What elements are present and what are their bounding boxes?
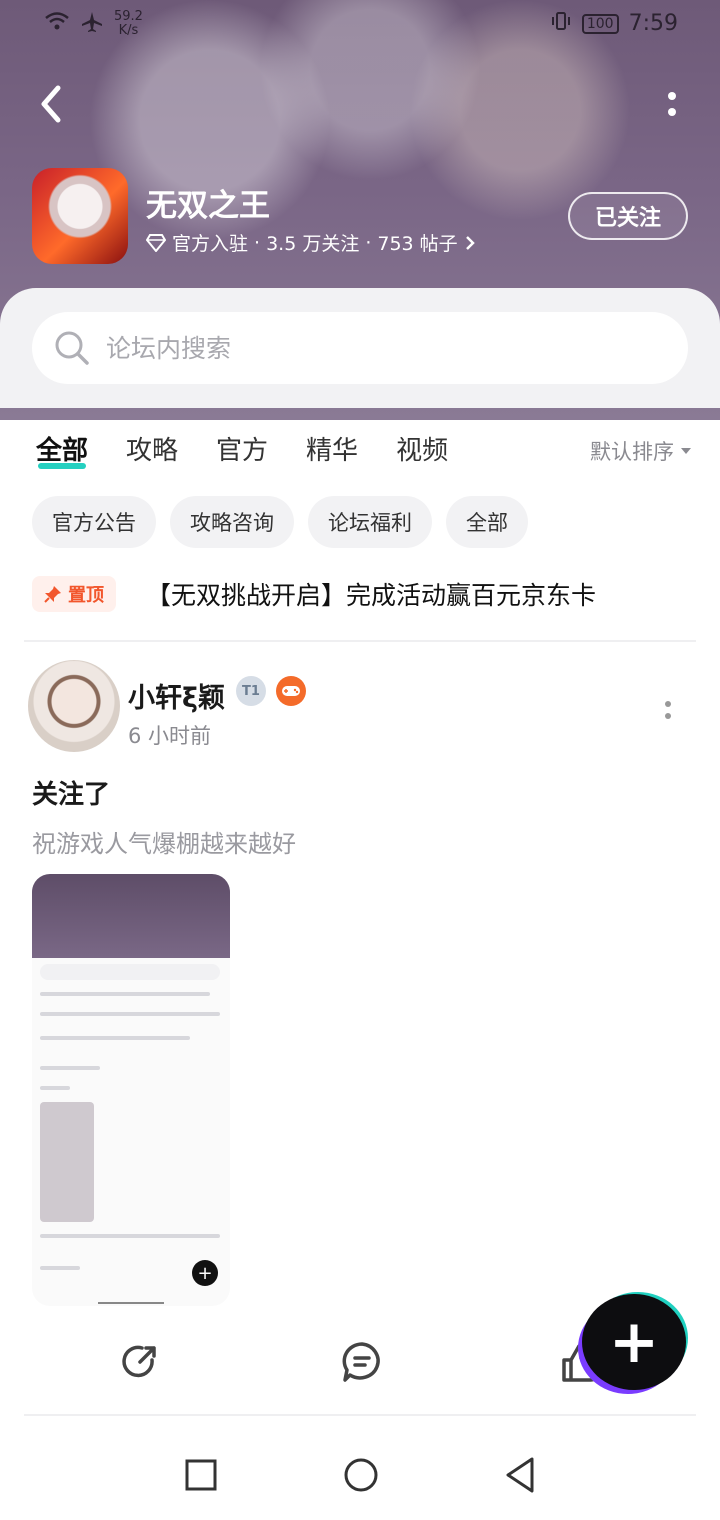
post-more-button[interactable] <box>664 700 672 720</box>
tab-all[interactable]: 全部 <box>36 430 88 469</box>
comment-icon <box>342 1342 380 1382</box>
comment-button[interactable] <box>340 1340 384 1384</box>
network-speed: 59.2 K/s <box>114 10 143 38</box>
game-app-icon <box>32 168 128 264</box>
status-bar-left: 59.2 K/s <box>44 10 143 38</box>
gamepad-badge <box>276 676 306 706</box>
avatar[interactable] <box>28 660 120 752</box>
more-menu-button[interactable] <box>664 88 680 124</box>
network-speed-unit: K/s <box>118 23 139 38</box>
filter-chips: 官方公告 攻略咨询 论坛福利 全部 <box>32 496 528 548</box>
tab-official[interactable]: 官方 <box>216 430 268 467</box>
meta-separator: · <box>254 231 261 254</box>
wifi-icon <box>44 11 70 38</box>
tab-featured[interactable]: 精华 <box>306 430 358 467</box>
gamepad-icon <box>282 686 300 696</box>
share-icon <box>122 1345 156 1378</box>
recent-apps-button[interactable] <box>176 1450 226 1500</box>
divider <box>24 1414 696 1416</box>
posts-count: 753 帖子 <box>377 233 458 255</box>
post-username[interactable]: 小轩ξ颖 <box>128 676 225 715</box>
system-back-button[interactable] <box>496 1450 546 1500</box>
airplane-icon <box>80 11 104 38</box>
thumbnail-image <box>40 1102 94 1222</box>
followers-count: 3.5 万关注 <box>266 233 360 255</box>
forum-title: 无双之王 <box>146 188 270 224</box>
thumbnail-line <box>40 1012 220 1016</box>
chip-forum-perks[interactable]: 论坛福利 <box>308 496 432 548</box>
status-time: 7:59 <box>628 11 678 36</box>
pinned-title: 【无双挑战开启】完成活动赢百元京东卡 <box>146 581 597 610</box>
battery-indicator: 100 <box>581 13 619 34</box>
thumbnail-plus: + <box>192 1260 218 1286</box>
pinned-post[interactable]: 置顶 【无双挑战开启】完成活动赢百元京东卡 <box>32 576 596 612</box>
pinned-badge: 置顶 <box>32 576 116 612</box>
chip-all[interactable]: 全部 <box>446 496 528 548</box>
thumbnail-line <box>40 1036 190 1040</box>
thumbnail-line <box>40 1234 220 1238</box>
more-icon <box>665 701 671 719</box>
pin-icon <box>44 586 61 603</box>
divider <box>24 640 696 642</box>
sort-label: 默认排序 <box>590 440 674 464</box>
thumbnail-bar <box>98 1302 164 1304</box>
sort-dropdown[interactable]: 默认排序 <box>590 436 692 466</box>
tab-videos[interactable]: 视频 <box>396 430 448 467</box>
search-box[interactable] <box>32 312 688 384</box>
triangle-back-icon <box>506 1457 534 1493</box>
plus-icon: + <box>608 1307 660 1377</box>
more-icon <box>668 92 676 116</box>
post-title[interactable]: 关注了 <box>32 774 110 811</box>
official-label: 官方入驻 <box>172 233 249 255</box>
sort-caret-icon <box>681 448 691 454</box>
search-icon <box>55 331 89 365</box>
category-tabs: 全部 攻略 官方 精华 视频 <box>36 430 448 469</box>
chevron-right-icon <box>465 235 475 250</box>
tab-guides[interactable]: 攻略 <box>126 430 178 467</box>
square-icon <box>185 1459 217 1491</box>
thumbnail-search <box>40 964 220 980</box>
level-badge: T1 <box>236 676 266 706</box>
meta-separator: · <box>365 231 372 254</box>
thumbnail-header <box>32 874 230 958</box>
diamond-icon <box>146 233 166 252</box>
status-bar-right: 100 7:59 <box>550 10 678 37</box>
follow-button[interactable]: 已关注 <box>568 192 688 240</box>
post-time: 6 小时前 <box>128 724 212 748</box>
thumbnail-line <box>40 992 210 996</box>
share-button[interactable] <box>118 1340 162 1384</box>
vibrate-icon <box>550 10 572 37</box>
thumbnail-line <box>40 1086 70 1090</box>
back-button[interactable] <box>30 80 74 128</box>
post-image-thumbnail[interactable]: + <box>32 874 230 1306</box>
chip-official-notice[interactable]: 官方公告 <box>32 496 156 548</box>
home-button[interactable] <box>336 1450 386 1500</box>
forum-meta[interactable]: 官方入驻 · 3.5 万关注 · 753 帖子 <box>146 229 476 256</box>
thumbnail-line <box>40 1266 80 1270</box>
post-body[interactable]: 祝游戏人气爆棚越来越好 <box>32 824 296 859</box>
thumbnail-line <box>40 1066 100 1070</box>
back-icon <box>41 85 61 123</box>
new-post-button[interactable]: + <box>582 1294 686 1390</box>
network-speed-value: 59.2 <box>114 9 143 24</box>
system-navigation-bar <box>0 1430 720 1520</box>
pinned-badge-label: 置顶 <box>68 585 104 606</box>
search-panel <box>0 288 720 408</box>
search-input[interactable] <box>104 332 628 364</box>
chip-guide-questions[interactable]: 攻略咨询 <box>170 496 294 548</box>
circle-icon <box>344 1458 378 1492</box>
